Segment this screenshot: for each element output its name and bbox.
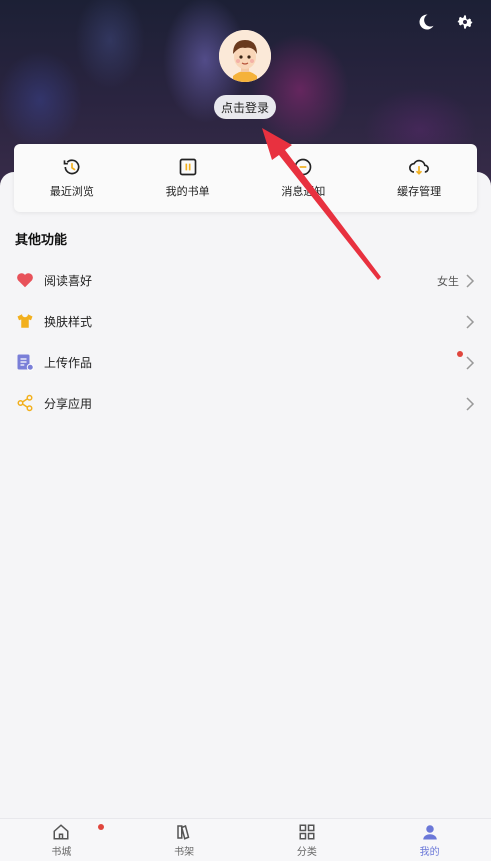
chevron-right-icon — [466, 314, 475, 329]
quick-action-label: 最近浏览 — [49, 185, 94, 198]
booklist-icon — [179, 158, 196, 176]
upload-doc-icon — [16, 353, 34, 371]
quick-action-label: 消息通知 — [281, 185, 326, 198]
quick-action-recent[interactable]: 最近浏览 — [14, 144, 130, 212]
login-button[interactable]: 点击登录 — [214, 95, 276, 119]
message-icon — [295, 158, 312, 176]
shirt-icon — [16, 312, 34, 330]
chevron-right-icon — [466, 273, 475, 288]
quick-action-label: 我的书单 — [165, 185, 210, 198]
tab-label: 书城 — [51, 846, 72, 858]
menu-item-upload-work[interactable]: 上传作品 — [0, 342, 491, 383]
menu-item-value: 女生 — [437, 274, 459, 288]
avatar[interactable] — [219, 30, 271, 82]
notification-badge — [457, 351, 463, 357]
menu-item-label: 阅读喜好 — [44, 274, 93, 288]
menu-item-share-app[interactable]: 分享应用 — [0, 383, 491, 424]
category-icon — [299, 824, 315, 839]
bookshelf-icon — [177, 824, 190, 840]
gear-icon[interactable] — [453, 10, 477, 34]
tab-label: 书架 — [174, 846, 195, 858]
tab-label: 分类 — [296, 846, 317, 858]
chevron-right-icon — [466, 396, 475, 411]
history-icon — [63, 159, 80, 175]
tab-bookstore[interactable]: 书城 — [0, 819, 123, 861]
moon-icon[interactable] — [414, 10, 438, 34]
menu-item-skin-style[interactable]: 换肤样式 — [0, 301, 491, 342]
quick-actions-card: 最近浏览 我的书单 消息通知 缓存管理 — [14, 144, 477, 212]
settings-menu: 阅读喜好 女生 换肤样式 上传作品 分享应用 — [0, 260, 491, 424]
share-icon — [16, 394, 34, 412]
cloud-download-icon — [409, 159, 430, 175]
chevron-right-icon — [466, 355, 475, 370]
bottom-tab-bar: 书城 书架 分类 我的 — [0, 818, 491, 861]
tab-label: 我的 — [419, 846, 440, 858]
user-icon — [422, 824, 437, 839]
quick-action-booklist[interactable]: 我的书单 — [130, 144, 246, 212]
menu-item-reading-preference[interactable]: 阅读喜好 女生 — [0, 260, 491, 301]
home-icon — [53, 823, 69, 839]
quick-action-label: 缓存管理 — [397, 185, 442, 198]
menu-item-label: 换肤样式 — [44, 315, 93, 329]
tab-category[interactable]: 分类 — [246, 819, 369, 861]
heart-icon — [16, 271, 34, 289]
menu-item-label: 上传作品 — [44, 356, 93, 370]
quick-action-message[interactable]: 消息通知 — [246, 144, 362, 212]
notification-badge — [98, 824, 104, 830]
menu-item-label: 分享应用 — [44, 397, 93, 411]
section-title: 其他功能 — [15, 233, 68, 248]
quick-action-cache[interactable]: 缓存管理 — [361, 144, 477, 212]
tab-mine[interactable]: 我的 — [368, 819, 491, 861]
tab-bookshelf[interactable]: 书架 — [123, 819, 246, 861]
